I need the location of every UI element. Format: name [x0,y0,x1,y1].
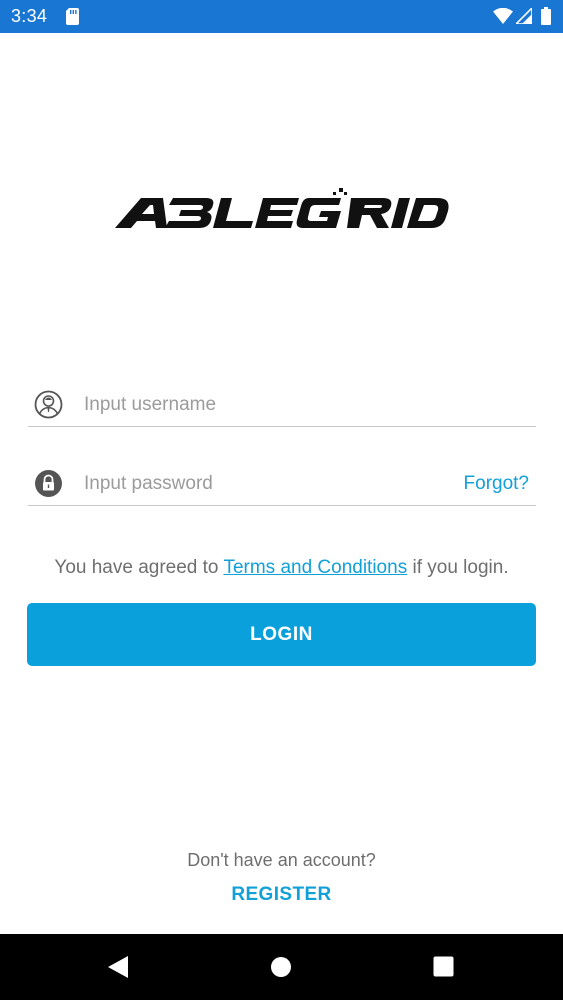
terms-suffix: if you login. [407,557,509,578]
login-button[interactable]: LOGIN [27,603,536,666]
sd-card-icon [66,8,79,25]
ablegrid-logo [115,188,449,228]
status-time: 3:34 [11,6,48,26]
register-link[interactable]: REGISTER [0,884,563,906]
user-avatar-icon [34,390,63,419]
username-field-row [28,385,536,427]
home-icon[interactable] [270,956,292,978]
status-bar: 3:34 [0,0,563,33]
lock-icon [35,470,62,497]
wifi-icon [493,8,513,24]
username-input[interactable] [84,389,444,421]
navigation-bar [0,934,563,1000]
signal-icon [516,8,532,24]
back-icon[interactable] [107,955,129,979]
no-account-text: Don't have an account? [187,850,376,870]
terms-notice: You have agreed to Terms and Conditions … [0,557,563,579]
password-field-row: Forgot? [28,464,536,506]
forgot-password-link[interactable]: Forgot? [464,473,529,495]
password-input[interactable] [84,468,444,500]
battery-icon [541,7,551,25]
recents-icon[interactable] [433,956,454,977]
terms-prefix: You have agreed to [54,557,224,578]
terms-link[interactable]: Terms and Conditions [223,557,407,578]
